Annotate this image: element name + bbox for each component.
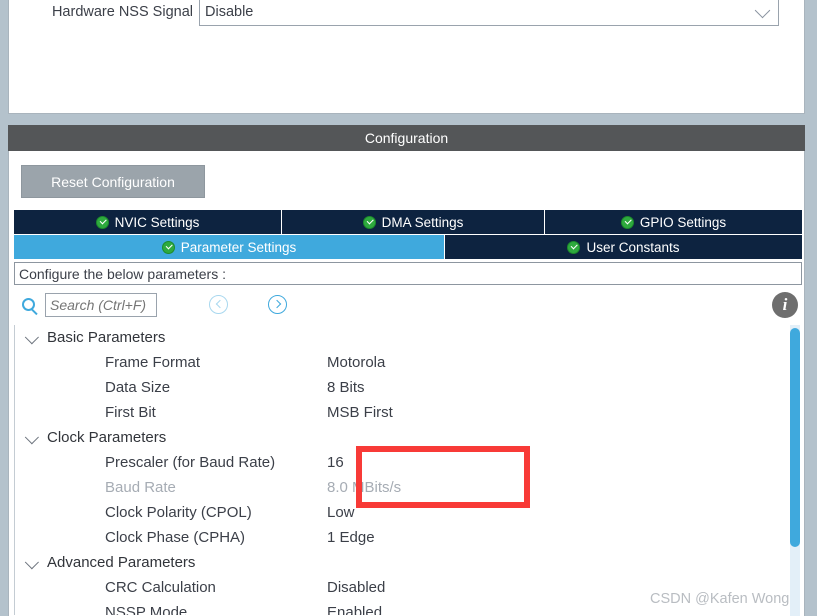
hardware-nss-signal-label: Hardware NSS Signal bbox=[51, 4, 193, 20]
watermark: CSDN @Kafen Wong bbox=[650, 591, 790, 607]
parameter-name: CRC Calculation bbox=[105, 579, 216, 596]
parameter-group-label: Advanced Parameters bbox=[47, 554, 196, 571]
tab-dma-settings[interactable]: DMA Settings bbox=[282, 210, 545, 234]
parameter-name: First Bit bbox=[105, 404, 156, 421]
configuration-body: Reset Configuration NVIC Settings DMA Se… bbox=[8, 151, 805, 616]
parameter-group-basic[interactable]: Basic Parameters bbox=[15, 325, 802, 350]
info-icon-glyph: i bbox=[782, 295, 788, 314]
parameter-name: Baud Rate bbox=[105, 479, 176, 496]
table-row[interactable]: Frame Format Motorola bbox=[15, 350, 802, 375]
table-row[interactable]: Clock Phase (CPHA) 1 Edge bbox=[15, 525, 802, 550]
parameter-value: Disabled bbox=[327, 579, 386, 596]
search-prev-button[interactable] bbox=[209, 295, 228, 314]
hardware-nss-signal-value: Disable bbox=[205, 4, 254, 20]
tab-label: GPIO Settings bbox=[639, 214, 727, 230]
tab-label: User Constants bbox=[586, 239, 680, 255]
hardware-nss-panel: Hardware NSS Signal Disable bbox=[8, 0, 805, 114]
table-row[interactable]: Data Size 8 Bits bbox=[15, 375, 802, 400]
chevron-down-icon bbox=[754, 2, 771, 19]
parameter-value: Enabled bbox=[327, 604, 383, 615]
parameter-name: Prescaler (for Baud Rate) bbox=[105, 454, 276, 471]
info-icon[interactable]: i bbox=[772, 292, 798, 318]
parameter-value: 1 Edge bbox=[327, 529, 375, 546]
parameter-group-advanced[interactable]: Advanced Parameters bbox=[15, 550, 802, 575]
parameter-value: Motorola bbox=[327, 354, 386, 371]
search-next-button[interactable] bbox=[268, 295, 287, 314]
parameter-list[interactable]: Basic Parameters Frame Format Motorola D… bbox=[14, 325, 802, 615]
green-check-icon bbox=[567, 240, 581, 254]
search-input[interactable] bbox=[45, 293, 157, 317]
table-row[interactable]: First Bit MSB First bbox=[15, 400, 802, 425]
green-check-icon bbox=[95, 215, 109, 229]
parameter-value: 8 Bits bbox=[327, 379, 365, 396]
chevron-down-icon bbox=[24, 554, 39, 569]
tab-row-primary: NVIC Settings DMA Settings GPIO Settings bbox=[14, 210, 802, 234]
parameter-value: Low bbox=[327, 504, 355, 521]
chevron-down-icon bbox=[24, 429, 39, 444]
chevron-left-icon bbox=[215, 299, 224, 309]
parameter-group-clock[interactable]: Clock Parameters bbox=[15, 425, 802, 450]
green-check-icon bbox=[161, 240, 175, 254]
parameter-name: Data Size bbox=[105, 379, 171, 396]
configuration-title: Configuration bbox=[364, 130, 449, 146]
tab-user-constants[interactable]: User Constants bbox=[445, 235, 802, 259]
reset-configuration-button[interactable]: Reset Configuration bbox=[21, 165, 205, 198]
parameter-group-label: Clock Parameters bbox=[47, 429, 167, 446]
parameter-list-scrollbar-thumb[interactable] bbox=[790, 328, 800, 547]
parameter-name: Frame Format bbox=[105, 354, 201, 371]
green-check-icon bbox=[620, 215, 634, 229]
search-toolbar: i bbox=[14, 291, 802, 323]
chevron-right-icon bbox=[272, 299, 281, 309]
table-row: Baud Rate 8.0 MBits/s bbox=[15, 475, 802, 500]
tab-label: Parameter Settings bbox=[180, 239, 297, 255]
green-check-icon bbox=[362, 215, 376, 229]
screenshot-root: Hardware NSS Signal Disable Configuratio… bbox=[0, 0, 817, 616]
instruction-strip: Configure the below parameters : bbox=[14, 262, 802, 285]
parameter-value: MSB First bbox=[327, 404, 393, 421]
instruction-text: Configure the below parameters : bbox=[19, 265, 226, 282]
tab-gpio-settings[interactable]: GPIO Settings bbox=[545, 210, 802, 234]
tab-nvic-settings[interactable]: NVIC Settings bbox=[14, 210, 282, 234]
table-row[interactable]: Clock Polarity (CPOL) Low bbox=[15, 500, 802, 525]
parameter-name: Clock Polarity (CPOL) bbox=[105, 504, 252, 521]
parameter-name: NSSP Mode bbox=[105, 604, 188, 615]
chevron-down-icon bbox=[24, 329, 39, 344]
parameter-value: 16 bbox=[327, 454, 344, 471]
parameter-name: Clock Phase (CPHA) bbox=[105, 529, 246, 546]
tab-label: NVIC Settings bbox=[114, 214, 200, 230]
search-icon bbox=[22, 298, 35, 311]
configuration-header: Configuration bbox=[8, 125, 805, 151]
parameter-group-label: Basic Parameters bbox=[47, 329, 166, 346]
tab-row-secondary: Parameter Settings User Constants bbox=[14, 235, 802, 259]
hardware-nss-signal-row: Hardware NSS Signal Disable bbox=[9, 0, 804, 26]
tab-label: DMA Settings bbox=[381, 214, 464, 230]
tab-parameter-settings[interactable]: Parameter Settings bbox=[14, 235, 445, 259]
table-row[interactable]: Prescaler (for Baud Rate) 16 bbox=[15, 450, 802, 475]
parameter-value: 8.0 MBits/s bbox=[327, 479, 402, 496]
hardware-nss-signal-select[interactable]: Disable bbox=[199, 0, 779, 26]
